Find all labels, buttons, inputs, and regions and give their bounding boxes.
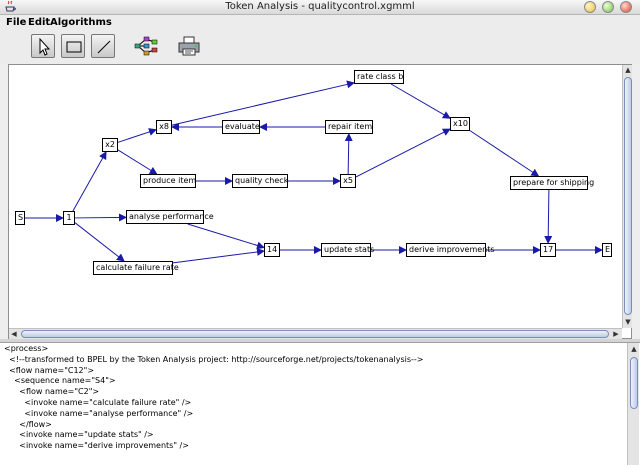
- code-vertical-scrollbar[interactable]: ▲: [627, 343, 639, 465]
- node-x8[interactable]: x8: [156, 120, 172, 134]
- menu-algorithms[interactable]: Algorithms: [50, 17, 112, 28]
- graph-edges: [25, 80, 603, 264]
- scroll-left-arrow-icon[interactable]: ◀: [9, 329, 19, 339]
- edge-failure-to-n14: [172, 247, 265, 264]
- code-line: <sequence name="S4">: [4, 376, 116, 386]
- edge-rate-to-x10: [390, 83, 451, 119]
- code-vertical-scroll-thumb[interactable]: [630, 357, 638, 409]
- bpel-output-pane[interactable]: <process> <!--transformed to BPEL by the…: [0, 342, 640, 465]
- title-bar: Token Analysis - qualitycontrol.xgmml: [0, 0, 640, 15]
- node-update-stats[interactable]: update stats: [321, 243, 374, 257]
- node-s[interactable]: S: [15, 211, 25, 225]
- edge-x2-to-produce: [117, 149, 158, 175]
- select-tool-button[interactable]: [31, 34, 55, 58]
- node-quality-check[interactable]: quality check: [232, 174, 288, 188]
- pointer-arrow-icon: [39, 37, 51, 56]
- code-line: <flow name="C12">: [4, 365, 95, 375]
- scroll-up-arrow-icon[interactable]: ▲: [623, 65, 633, 75]
- edge-x10-to-prepare: [469, 130, 540, 177]
- minimize-button[interactable]: [584, 1, 596, 13]
- edge-x5-to-x10: [355, 128, 451, 178]
- node-produce-item[interactable]: produce item: [140, 174, 196, 188]
- graph-vertical-scrollbar[interactable]: ▲ ▼: [622, 65, 632, 328]
- node-x2[interactable]: x2: [102, 138, 118, 152]
- node-14[interactable]: 14: [264, 243, 280, 257]
- code-line: <invoke name="update stats" />: [4, 430, 154, 440]
- code-line: <invoke name="calculate failure rate" />: [4, 397, 192, 407]
- rectangle-tool-button[interactable]: [61, 34, 85, 58]
- edge-n1-to-failure: [74, 222, 125, 262]
- network-tool-button[interactable]: [134, 34, 158, 58]
- node-e[interactable]: E: [602, 243, 612, 257]
- code-line: </flow>: [4, 419, 52, 429]
- node-1[interactable]: 1: [63, 211, 75, 225]
- graph-horizontal-scroll-thumb[interactable]: [21, 330, 609, 338]
- line-tool-button[interactable]: [91, 34, 115, 58]
- rectangle-icon: [66, 41, 82, 53]
- node-prepare-for-shipping[interactable]: prepare for shipping: [510, 176, 594, 190]
- menu-edit[interactable]: Edit: [28, 17, 50, 28]
- code-line: <invoke name="analyse performance" />: [4, 408, 194, 418]
- scroll-right-arrow-icon[interactable]: ▶: [611, 329, 621, 339]
- scroll-up-arrow-icon[interactable]: ▲: [629, 344, 639, 354]
- close-button[interactable]: [620, 1, 632, 13]
- menu-file[interactable]: File: [6, 17, 26, 28]
- edge-x5-to-repair: [344, 133, 353, 175]
- code-line: <!--transformed to BPEL by the Token Ana…: [4, 354, 424, 364]
- scroll-down-arrow-icon[interactable]: ▼: [623, 317, 633, 327]
- code-line: <flow name="C2">: [4, 387, 100, 397]
- menu-bar: File Edit Algorithms: [0, 15, 640, 31]
- node-x10[interactable]: x10: [450, 117, 470, 131]
- code-line: <process>: [4, 344, 49, 353]
- node-rate-class-b[interactable]: rate class b: [354, 70, 404, 84]
- edge-prepare-to-n17: [544, 189, 553, 244]
- edge-n1-to-analyse: [74, 213, 127, 222]
- node-calculate-failure-rate[interactable]: calculate failure rate: [93, 261, 179, 275]
- graph-canvas[interactable]: S 1 x2 x8 evaluate repair item rate clas…: [8, 64, 632, 339]
- node-repair-item[interactable]: repair item: [325, 120, 373, 134]
- node-evaluate[interactable]: evaluate: [222, 120, 260, 134]
- node-x5[interactable]: x5: [340, 174, 356, 188]
- graph-vertical-scroll-thumb[interactable]: [624, 77, 632, 315]
- edge-analyse-to-n14: [187, 223, 265, 250]
- print-tool-button[interactable]: [177, 34, 201, 58]
- edge-n1-to-x2: [72, 151, 107, 212]
- network-graph-icon: [134, 36, 158, 56]
- node-derive-improvements[interactable]: derive improvements: [406, 243, 495, 257]
- graph-horizontal-scrollbar[interactable]: ◀ ▶: [9, 328, 622, 339]
- node-analyse-performance[interactable]: analyse performance: [126, 210, 214, 224]
- edge-x2-to-x8: [117, 128, 157, 143]
- edge-x8-to-rate: [171, 80, 355, 126]
- maximize-button[interactable]: [602, 1, 614, 13]
- code-line: <invoke name="derive improvements" />: [4, 441, 189, 451]
- toolbar: [0, 31, 640, 64]
- window-title: Token Analysis - qualitycontrol.xgmml: [225, 1, 415, 12]
- printer-icon: [178, 36, 200, 56]
- node-17[interactable]: 17: [540, 243, 556, 257]
- line-icon: [97, 40, 111, 54]
